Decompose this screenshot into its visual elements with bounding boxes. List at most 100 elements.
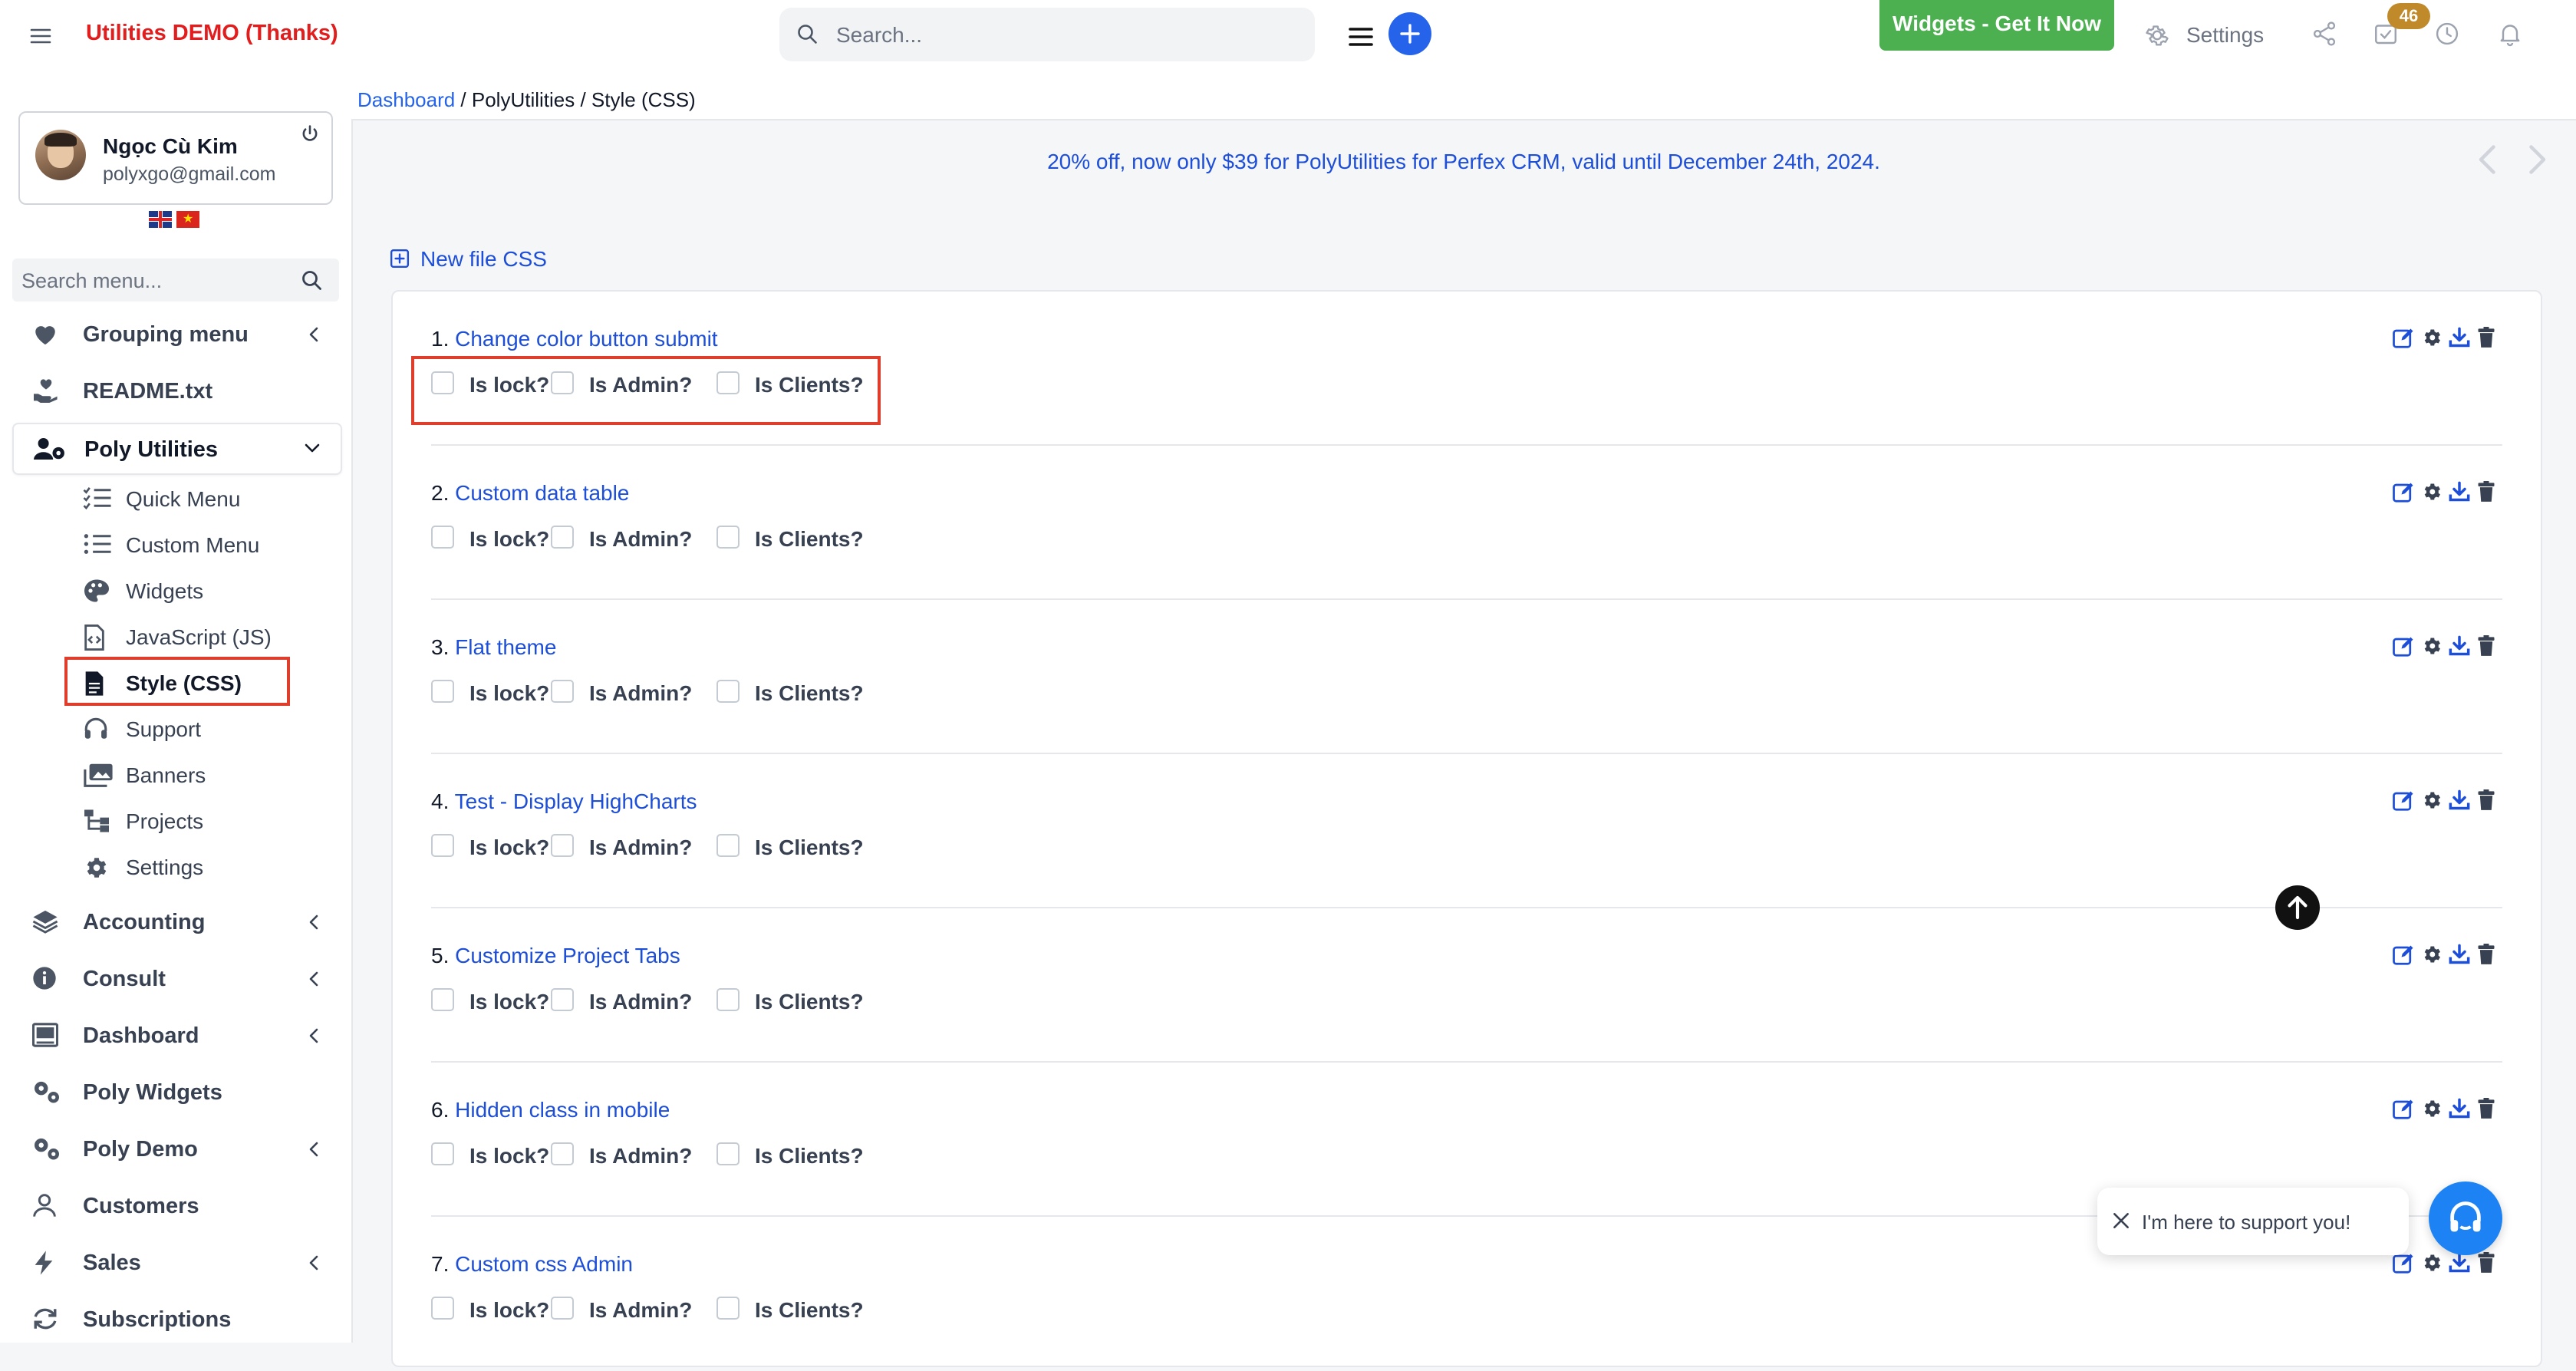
css-file-link[interactable]: Test - Display HighCharts bbox=[455, 789, 697, 813]
search-input[interactable] bbox=[835, 8, 1298, 63]
trash-icon[interactable] bbox=[2476, 481, 2496, 503]
is-lock-checkbox[interactable] bbox=[431, 1297, 454, 1320]
gears-icon bbox=[32, 1136, 61, 1161]
is-lock-checkbox[interactable] bbox=[431, 526, 454, 549]
submenu-item-projects[interactable]: Projects bbox=[81, 800, 311, 840]
menu-toggle-icon[interactable] bbox=[1347, 23, 1375, 51]
app-title[interactable]: Utilities DEMO (Thanks) bbox=[86, 21, 338, 46]
sidebar-item-dashboard[interactable]: Dashboard bbox=[12, 1010, 339, 1060]
trash-icon[interactable] bbox=[2476, 789, 2496, 811]
is-lock-checkbox[interactable] bbox=[431, 988, 454, 1011]
is-clients-checkbox[interactable] bbox=[716, 834, 740, 857]
avatar[interactable] bbox=[35, 130, 86, 180]
sidebar-item-poly-demo[interactable]: Poly Demo bbox=[12, 1124, 339, 1173]
download-icon[interactable] bbox=[2449, 481, 2470, 503]
sidebar-item-poly-utilities[interactable]: Poly Utilities bbox=[12, 423, 342, 475]
trash-icon[interactable] bbox=[2476, 327, 2496, 348]
is-lock-checkbox[interactable] bbox=[431, 680, 454, 703]
edit-icon[interactable] bbox=[2392, 327, 2415, 350]
trash-icon[interactable] bbox=[2476, 944, 2496, 965]
share-icon[interactable] bbox=[2311, 20, 2341, 51]
is-lock-checkbox[interactable] bbox=[431, 834, 454, 857]
breadcrumb-dashboard-link[interactable]: Dashboard bbox=[357, 88, 455, 111]
edit-icon[interactable] bbox=[2392, 944, 2415, 967]
edit-icon[interactable] bbox=[2392, 1098, 2415, 1121]
edit-icon[interactable] bbox=[2392, 789, 2415, 812]
menu-search-input[interactable] bbox=[20, 259, 292, 303]
download-icon[interactable] bbox=[2449, 327, 2470, 348]
global-search[interactable] bbox=[779, 8, 1315, 61]
download-icon[interactable] bbox=[2449, 944, 2470, 965]
sidebar-item-accounting[interactable]: Accounting bbox=[12, 897, 339, 946]
is-admin-checkbox[interactable] bbox=[551, 526, 574, 549]
css-file-link[interactable]: Flat theme bbox=[455, 635, 556, 659]
css-file-link[interactable]: Hidden class in mobile bbox=[455, 1098, 670, 1122]
gear-icon[interactable] bbox=[2421, 327, 2443, 348]
submenu-item-support[interactable]: Support bbox=[81, 708, 311, 748]
is-admin-checkbox[interactable] bbox=[551, 1142, 574, 1165]
close-icon[interactable] bbox=[2111, 1211, 2131, 1231]
submenu-item-quick-menu[interactable]: Quick Menu bbox=[81, 478, 311, 518]
download-icon[interactable] bbox=[2449, 789, 2470, 811]
is-admin-checkbox[interactable] bbox=[551, 1297, 574, 1320]
submenu-item-custom-menu[interactable]: Custom Menu bbox=[81, 524, 311, 564]
sidebar-item-customers[interactable]: Customers bbox=[12, 1181, 339, 1230]
is-clients-checkbox[interactable] bbox=[716, 1297, 740, 1320]
gear-icon[interactable] bbox=[2421, 1252, 2443, 1274]
scroll-to-top-button[interactable] bbox=[2275, 885, 2320, 930]
is-admin-checkbox[interactable] bbox=[551, 834, 574, 857]
is-clients-checkbox[interactable] bbox=[716, 1142, 740, 1165]
download-icon[interactable] bbox=[2449, 635, 2470, 657]
submenu-item-settings[interactable]: Settings bbox=[81, 846, 311, 886]
trash-icon[interactable] bbox=[2476, 1098, 2496, 1119]
hamburger-menu-icon[interactable] bbox=[29, 25, 57, 52]
submenu-item-banners[interactable]: Banners bbox=[81, 754, 311, 794]
sidebar-item-poly-widgets[interactable]: Poly Widgets bbox=[12, 1067, 339, 1116]
logout-power-icon[interactable] bbox=[299, 124, 321, 145]
user-profile-card[interactable]: Ngọc Cù Kim polyxgo@gmail.com bbox=[18, 111, 333, 205]
edit-icon[interactable] bbox=[2392, 481, 2415, 504]
edit-icon[interactable] bbox=[2392, 635, 2415, 658]
support-chat-button[interactable] bbox=[2429, 1181, 2502, 1255]
submenu-item-widgets[interactable]: Widgets bbox=[81, 570, 311, 610]
notifications-bell-icon[interactable] bbox=[2496, 20, 2527, 51]
chevron-right-icon[interactable] bbox=[2525, 143, 2548, 176]
trash-icon[interactable] bbox=[2476, 635, 2496, 657]
css-file-link[interactable]: Custom css Admin bbox=[455, 1252, 633, 1276]
gear-icon[interactable] bbox=[2421, 789, 2443, 811]
is-admin-checkbox[interactable] bbox=[551, 988, 574, 1011]
sidebar-item-sales[interactable]: Sales bbox=[12, 1238, 339, 1287]
sidebar-item-subscriptions[interactable]: Subscriptions bbox=[12, 1294, 339, 1343]
is-clients-checkbox[interactable] bbox=[716, 680, 740, 703]
gear-icon[interactable] bbox=[2421, 635, 2443, 657]
search-icon[interactable] bbox=[301, 269, 324, 292]
download-icon[interactable] bbox=[2449, 1252, 2470, 1274]
is-clients-checkbox[interactable] bbox=[716, 988, 740, 1011]
english-flag-icon[interactable] bbox=[149, 211, 172, 228]
is-admin-checkbox[interactable] bbox=[551, 680, 574, 703]
css-file-link[interactable]: Custom data table bbox=[455, 481, 629, 505]
is-clients-checkbox[interactable] bbox=[716, 526, 740, 549]
gear-icon[interactable] bbox=[2421, 944, 2443, 965]
support-chat-bubble[interactable]: I'm here to support you! bbox=[2097, 1188, 2409, 1255]
trash-icon[interactable] bbox=[2476, 1252, 2496, 1274]
vietnamese-flag-icon[interactable]: ★ bbox=[176, 211, 199, 228]
is-lock-checkbox[interactable] bbox=[431, 1142, 454, 1165]
menu-search[interactable] bbox=[12, 259, 339, 302]
gear-icon[interactable] bbox=[2421, 1098, 2443, 1119]
download-icon[interactable] bbox=[2449, 1098, 2470, 1119]
widgets-get-it-now-button[interactable]: Widgets - Get It Now bbox=[1879, 0, 2114, 51]
announcement-text[interactable]: 20% off, now only $39 for PolyUtilities … bbox=[351, 150, 2576, 174]
css-file-link[interactable]: Customize Project Tabs bbox=[455, 944, 680, 967]
sidebar-item-consult[interactable]: Consult bbox=[12, 954, 339, 1003]
clock-icon[interactable] bbox=[2433, 20, 2464, 51]
css-file-link[interactable]: Change color button submit bbox=[455, 327, 717, 351]
submenu-item-javascript[interactable]: JavaScript (JS) bbox=[81, 616, 311, 656]
chevron-left-icon[interactable] bbox=[2476, 143, 2499, 176]
quick-create-button[interactable] bbox=[1388, 12, 1431, 55]
sidebar-item-readme[interactable]: README.txt bbox=[12, 366, 339, 415]
submenu-item-label: JavaScript (JS) bbox=[126, 625, 272, 650]
gear-icon[interactable] bbox=[2421, 481, 2443, 503]
sidebar-item-grouping-menu[interactable]: Grouping menu bbox=[12, 309, 339, 358]
edit-icon[interactable] bbox=[2392, 1252, 2415, 1275]
